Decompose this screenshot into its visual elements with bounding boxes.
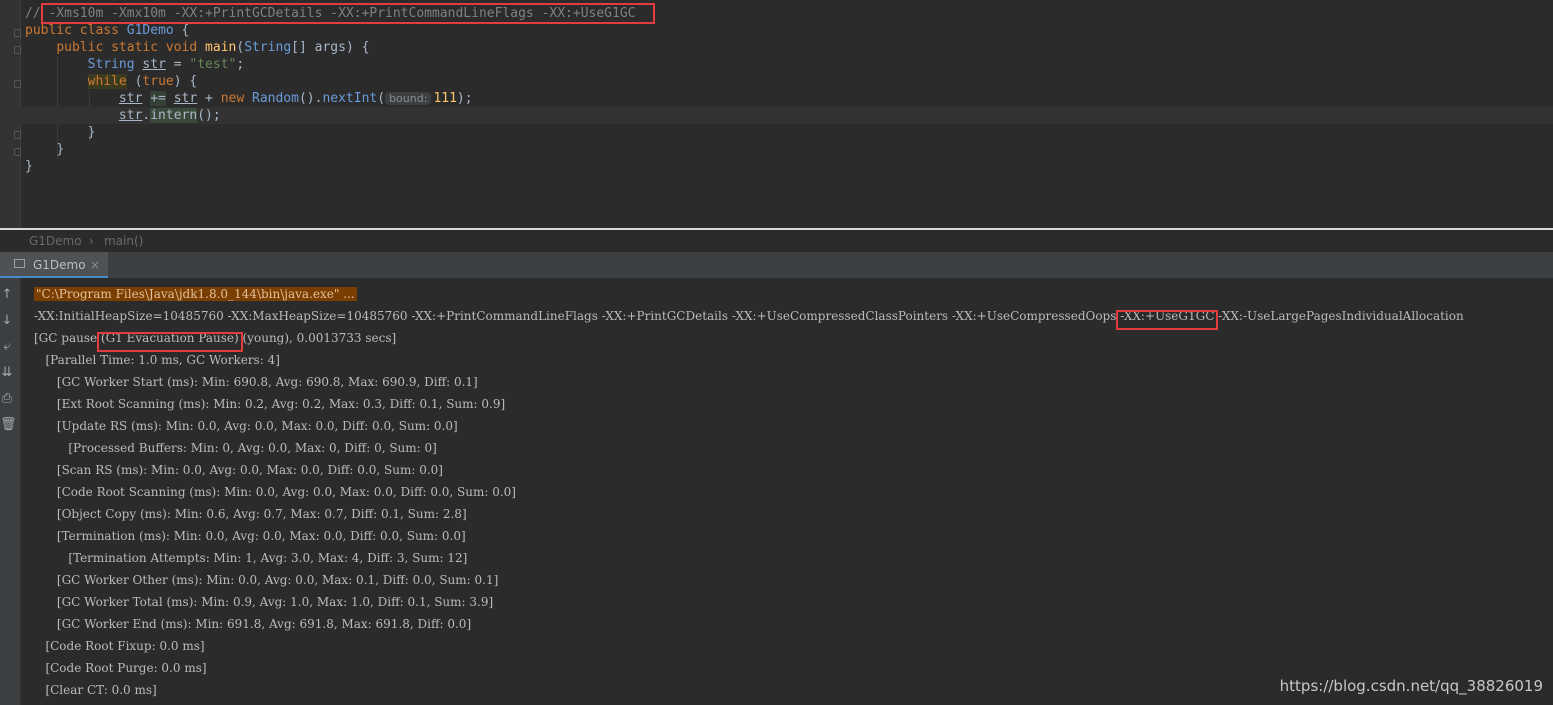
code-line-main: public static void main(String[] args) { xyxy=(56,40,370,55)
code-line-str: String str = "test"; xyxy=(87,57,245,72)
console-log-line: [GC Worker End (ms): Min: 691.8, Avg: 69… xyxy=(34,617,472,631)
arrow-down-icon[interactable]: ↓ xyxy=(0,314,14,328)
breadcrumb-class[interactable]: G1Demo xyxy=(29,234,82,248)
console-icon xyxy=(14,259,25,268)
code-line-while: while (true) { xyxy=(87,74,198,89)
fold-marker-icon[interactable] xyxy=(14,46,21,54)
java-command[interactable]: "C:\Program Files\Java\jdk1.8.0_144\bin\… xyxy=(34,287,357,301)
console-gc-line: [GC pause (G1 Evacuation Pause) (young),… xyxy=(34,331,397,345)
console-log-line: [Ext Root Scanning (ms): Min: 0.2, Avg: … xyxy=(34,397,506,411)
close-icon[interactable]: × xyxy=(90,258,100,272)
console-log-line: [Termination Attempts: Min: 1, Avg: 3.0,… xyxy=(34,551,468,565)
console-flags-line: -XX:InitialHeapSize=10485760 -XX:MaxHeap… xyxy=(34,309,1464,323)
code-line-class: public class G1Demo { xyxy=(25,23,190,38)
console-toolbar: ↑ ↓ ⤶ ⇊ ⎙ 🗑 xyxy=(0,278,21,705)
console-log-line: [Clear CT: 0.0 ms] xyxy=(34,683,157,697)
console-log-line: [Scan RS (ms): Min: 0.0, Avg: 0.0, Max: … xyxy=(34,463,443,477)
console-log-line: [Object Copy (ms): Min: 0.6, Avg: 0.7, M… xyxy=(34,507,467,521)
console-log-line: [Code Root Fixup: 0.0 ms] xyxy=(34,639,205,653)
code-line-close: } xyxy=(56,142,65,157)
useg1gc-flag: -XX:+UseG1GC xyxy=(1120,309,1215,323)
code-line-assign: str += str + new Random().nextInt(bound:… xyxy=(118,91,473,106)
breadcrumb-separator-icon: › xyxy=(89,234,94,248)
class-name: G1Demo xyxy=(126,23,174,38)
run-console[interactable]: ↑ ↓ ⤶ ⇊ ⎙ 🗑 "C:\Program Files\Java\jdk1.… xyxy=(0,278,1553,705)
print-icon[interactable]: ⎙ xyxy=(0,392,14,406)
fold-marker-icon[interactable] xyxy=(14,29,21,37)
breadcrumb: G1Demo › main() xyxy=(0,230,1553,252)
breadcrumb-method[interactable]: main() xyxy=(104,234,143,248)
fold-marker-icon[interactable] xyxy=(14,80,21,88)
watermark: https://blog.csdn.net/qq_38826019 xyxy=(1279,677,1543,695)
run-tab-g1demo[interactable]: G1Demo × xyxy=(0,252,108,278)
g1-evacuation-pause: (G1 Evacuation Pause) xyxy=(100,331,239,345)
fold-marker-icon[interactable] xyxy=(14,148,21,156)
code-line-intern: str.intern(); xyxy=(0,107,1553,124)
console-output: "C:\Program Files\Java\jdk1.8.0_144\bin\… xyxy=(34,283,1464,701)
run-tabs-bar: G1Demo × xyxy=(0,252,1553,279)
console-log-line: [Update RS (ms): Min: 0.0, Avg: 0.0, Max… xyxy=(34,419,458,433)
console-log-line: [Parallel Time: 1.0 ms, GC Workers: 4] xyxy=(34,353,280,367)
console-log-line: [GC Worker Other (ms): Min: 0.0, Avg: 0.… xyxy=(34,573,499,587)
jvm-flags-comment: -Xms10m -Xmx10m -XX:+PrintGCDetails -XX:… xyxy=(48,6,636,21)
trash-icon[interactable]: 🗑 xyxy=(0,418,17,432)
soft-wrap-icon[interactable]: ⤶ xyxy=(0,340,14,354)
console-log-line: [Code Root Scanning (ms): Min: 0.0, Avg:… xyxy=(34,485,516,499)
code-line-close: } xyxy=(87,125,96,140)
code-editor[interactable]: // -Xms10m -Xmx10m -XX:+PrintGCDetails -… xyxy=(0,0,1553,228)
console-log-line: [Processed Buffers: Min: 0, Avg: 0.0, Ma… xyxy=(34,441,437,455)
fold-marker-icon[interactable] xyxy=(14,131,21,139)
parameter-hint: bound: xyxy=(385,92,432,105)
scroll-to-end-icon[interactable]: ⇊ xyxy=(0,366,14,380)
console-log-line: [Termination (ms): Min: 0.0, Avg: 0.0, M… xyxy=(34,529,466,543)
code-line-comment: // -Xms10m -Xmx10m -XX:+PrintGCDetails -… xyxy=(25,6,636,21)
arrow-up-icon[interactable]: ↑ xyxy=(0,288,14,302)
run-tab-label: G1Demo xyxy=(33,258,86,272)
console-cmd-line: "C:\Program Files\Java\jdk1.8.0_144\bin\… xyxy=(34,283,1464,305)
console-log-line: [Code Root Purge: 0.0 ms] xyxy=(34,661,207,675)
code-line-close: } xyxy=(25,159,33,174)
console-log-line: [GC Worker Start (ms): Min: 690.8, Avg: … xyxy=(34,375,478,389)
code-area[interactable]: // -Xms10m -Xmx10m -XX:+PrintGCDetails -… xyxy=(0,5,1553,175)
console-log-line: [GC Worker Total (ms): Min: 0.9, Avg: 1.… xyxy=(34,595,494,609)
method-name: main xyxy=(205,40,237,55)
